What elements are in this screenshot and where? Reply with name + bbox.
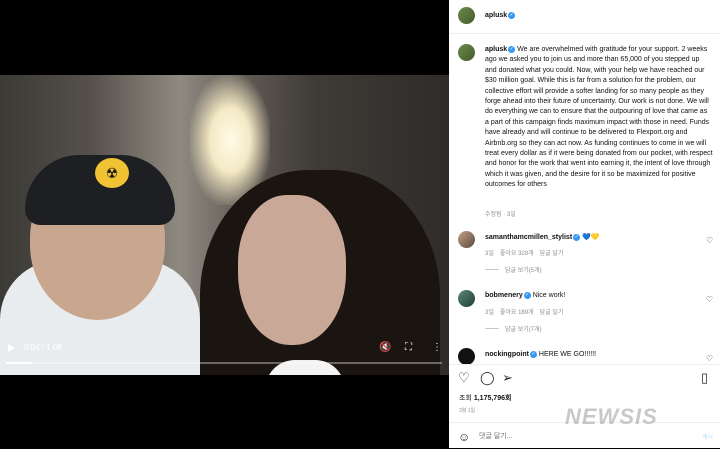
comment-text: 💙💛 xyxy=(582,234,600,241)
bookmark-icon[interactable]: ▯ xyxy=(701,370,708,386)
video-time: 0:04 / 1:08 xyxy=(24,343,62,352)
caption-meta: 수정됨 · 3일 xyxy=(485,212,516,218)
caption-avatar[interactable] xyxy=(458,44,475,61)
post-header: aplusk ✓ xyxy=(449,0,720,34)
video-controls: 0:04 / 1:08 🔇 ⛶ ⋮ xyxy=(0,340,449,375)
newsis-watermark: NEWSIS xyxy=(565,404,658,429)
comment-age: 3일 xyxy=(485,310,494,316)
views-count: 1,175,796회 xyxy=(473,395,512,402)
post-caption: aplusk ✓ We are overwhelmed with gratitud… xyxy=(485,45,713,191)
avatar[interactable] xyxy=(458,290,475,307)
mute-icon[interactable]: 🔇 xyxy=(379,342,391,353)
verified-icon: ✓ xyxy=(529,351,537,358)
more-options-icon[interactable]: ⋮ xyxy=(432,342,442,353)
video-player[interactable]: ☢ xyxy=(0,75,449,375)
comment-icon[interactable]: ◯ xyxy=(480,370,495,386)
heart-icon[interactable]: ♡ xyxy=(706,295,713,304)
comment-username[interactable]: nockingpoint xyxy=(485,351,529,358)
verified-icon: ✓ xyxy=(508,12,516,19)
view-replies[interactable]: 답글 보기(7개) xyxy=(485,324,542,333)
header-username[interactable]: aplusk xyxy=(485,12,507,19)
verified-icon: ✓ xyxy=(508,46,516,53)
comment-input[interactable] xyxy=(479,429,679,443)
like-icon[interactable]: ♡ xyxy=(458,370,470,386)
post-comment-button[interactable]: 게시 xyxy=(702,432,713,441)
caption-text: We are overwhelmed with gratitude for yo… xyxy=(485,46,713,189)
cap-logo: ☢ xyxy=(95,158,129,188)
share-icon[interactable]: ➢ xyxy=(502,370,513,386)
comment-username[interactable]: samanthamcmillen_stylist xyxy=(485,234,572,241)
reply-button[interactable]: 답글 달기 xyxy=(540,251,564,257)
avatar[interactable] xyxy=(458,231,475,248)
comment-username[interactable]: bobmenery xyxy=(485,292,523,299)
view-count: 조회 1,175,796회 xyxy=(459,393,511,403)
post-panel: aplusk ✓ aplusk ✓ We are overwhelmed with … xyxy=(449,0,720,448)
comment-text: HERE WE GO!!!!!! xyxy=(538,351,597,358)
comment-likes[interactable]: 좋아요 189개 xyxy=(500,310,534,316)
avatar[interactable] xyxy=(458,7,475,24)
emoji-icon[interactable]: ☺ xyxy=(458,430,470,444)
avatar[interactable] xyxy=(458,348,475,365)
heart-icon[interactable]: ♡ xyxy=(706,236,713,245)
view-replies[interactable]: 답글 보기(5개) xyxy=(485,265,542,274)
views-label: 조회 xyxy=(459,395,472,402)
media-area: ☢ 0:04 / 1:08 🔇 ⛶ ⋮ xyxy=(0,0,449,448)
play-icon[interactable] xyxy=(8,344,15,352)
comment-likes[interactable]: 좋아요 328개 xyxy=(500,251,534,257)
header-username-wrap[interactable]: aplusk ✓ xyxy=(485,12,516,19)
verified-icon: ✓ xyxy=(573,234,581,241)
verified-icon: ✓ xyxy=(523,292,531,299)
video-progress-fill xyxy=(6,362,33,364)
heart-icon[interactable]: ♡ xyxy=(706,354,713,363)
posted-date: 3월 1일 xyxy=(459,408,476,414)
comment-text: Nice work! xyxy=(532,292,566,299)
comment-age: 3일 xyxy=(485,251,494,257)
woman-face xyxy=(238,195,346,345)
video-progress-bar[interactable] xyxy=(6,362,442,364)
reply-button[interactable]: 답글 달기 xyxy=(540,310,564,316)
fullscreen-icon[interactable]: ⛶ xyxy=(405,342,412,353)
caption-username[interactable]: aplusk xyxy=(485,46,507,53)
